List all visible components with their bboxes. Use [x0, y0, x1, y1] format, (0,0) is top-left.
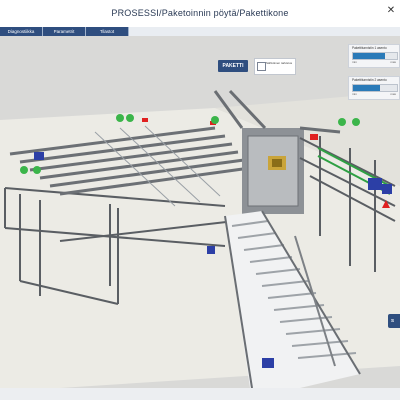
- sensor-1-min: min: [352, 60, 357, 64]
- manual-check-panel: Sähköinen tarkistus: [254, 58, 296, 75]
- motor: [34, 152, 44, 160]
- sensor-1-label: Pakettitunnistin 1 asento: [352, 46, 387, 50]
- close-icon[interactable]: ✕: [386, 6, 396, 16]
- conveyor-scene: [0, 89, 400, 388]
- sensor-1-bar: [352, 52, 398, 60]
- sensor-2-panel: Pakettitunnistin 2 asento min max: [348, 76, 400, 100]
- window-header: PROSESSI/Paketoinnin pöytä/Pakettikone ✕: [0, 0, 400, 28]
- sensor-2-fill: [353, 85, 381, 91]
- tab-parameters[interactable]: Parametrit: [43, 27, 86, 36]
- window-title: PROSESSI/Paketoinnin pöytä/Pakettikone: [111, 8, 289, 18]
- ok-status-icon: [126, 114, 134, 122]
- sensor-2-bar: [352, 84, 398, 92]
- manual-check-checkbox[interactable]: [257, 62, 266, 71]
- sensor-2-min: min: [352, 92, 357, 96]
- sensor-1-panel: Pakettitunnistin 1 asento min max: [348, 44, 400, 68]
- ok-status-icon: [20, 166, 28, 174]
- paketti-button[interactable]: PAKETTI: [218, 60, 248, 72]
- ok-status-icon: [116, 114, 124, 122]
- tab-diagnostics[interactable]: Diagnostiikka: [0, 27, 43, 36]
- side-action-button[interactable]: S: [388, 314, 400, 328]
- status-footer: [0, 388, 400, 400]
- sensor-2-label: Pakettitunnistin 2 asento: [352, 78, 387, 82]
- motor: [368, 178, 382, 190]
- manual-check-label: Sähköinen tarkistus: [266, 61, 293, 65]
- ok-status-icon: [338, 118, 346, 126]
- ok-status-icon: [33, 166, 41, 174]
- sensor-1-max: max: [390, 60, 396, 64]
- motor: [382, 184, 392, 194]
- ok-status-icon: [352, 118, 360, 126]
- ok-status-icon: [211, 116, 219, 124]
- motor: [207, 246, 215, 254]
- sensor-1-fill: [353, 53, 385, 59]
- sensor-2-max: max: [390, 92, 396, 96]
- motor: [262, 358, 274, 368]
- tab-statistics[interactable]: Tilastot: [86, 27, 129, 36]
